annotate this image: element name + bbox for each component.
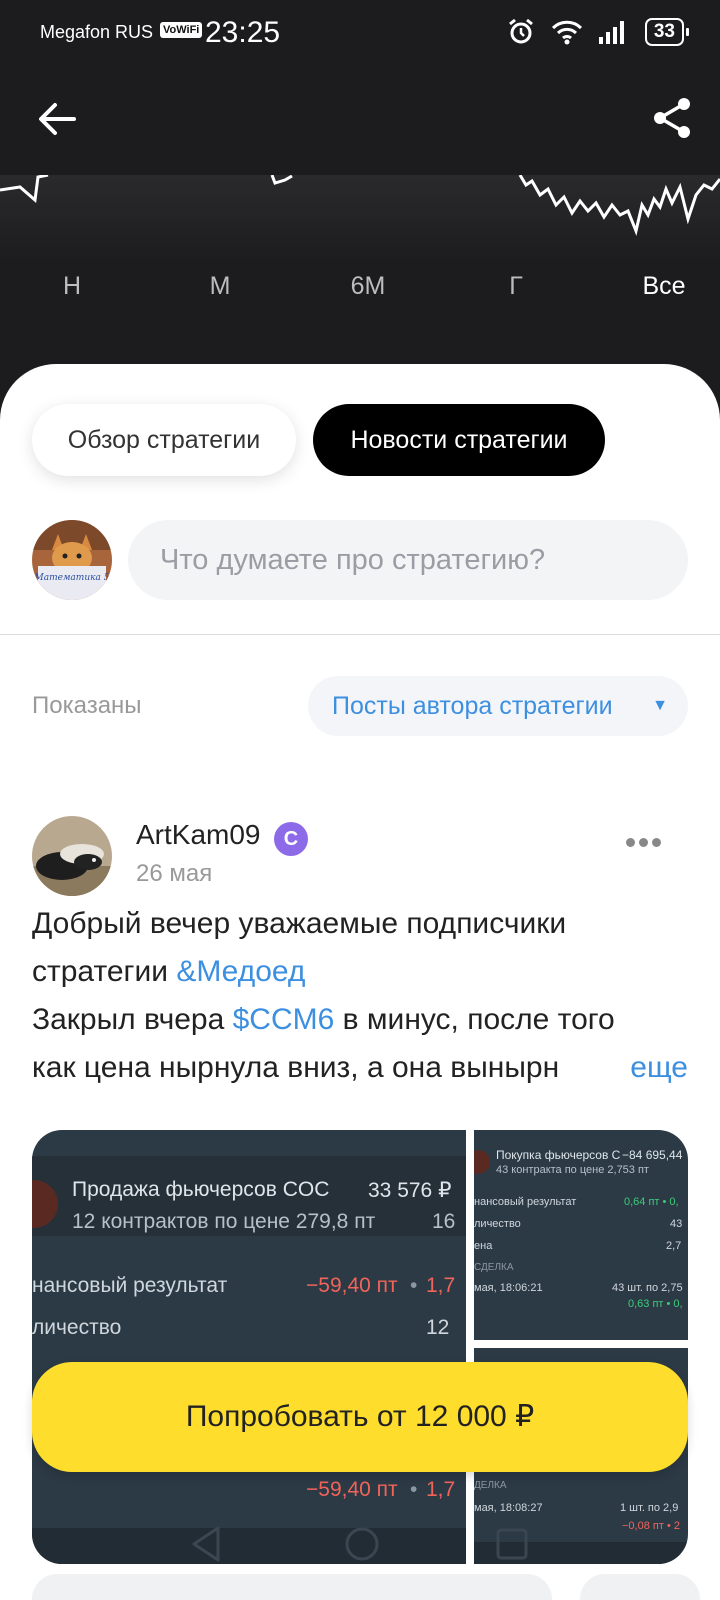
carrier-name: Megafon RUS <box>40 22 154 42</box>
post-image-2[interactable]: Покупка фьючерсов С −84 695,44 43 контра… <box>474 1130 688 1340</box>
nav-back-icon[interactable] <box>188 1524 224 1564</box>
read-more-link[interactable]: еще <box>614 1044 688 1092</box>
strategy-link[interactable]: &Медоед <box>176 955 305 988</box>
side1-deal-result: 0,63 пт • 0, <box>628 1298 683 1310</box>
divider <box>0 634 720 635</box>
posts-filter-dropdown[interactable]: Посты автора стратегии ▼ <box>308 676 688 736</box>
trade-bottom-tail: 1,7 <box>426 1478 456 1501</box>
share-icon <box>654 98 690 138</box>
trade-row-1-dot: • <box>410 1274 418 1297</box>
post-line-2-text: стратегии <box>32 955 177 988</box>
side2-section: ДЕЛКА <box>474 1480 507 1491</box>
honey-badger-avatar <box>32 816 112 896</box>
trade-amount: 33 576 ₽ <box>368 1179 452 1202</box>
nav-recents-icon[interactable] <box>494 1526 530 1562</box>
side1-section: СДЕЛКА <box>474 1262 514 1273</box>
trade-subtitle-tail: 16 <box>432 1210 456 1233</box>
comment-input[interactable]: Что думаете про стратегию? <box>128 520 688 600</box>
side1-row-1-label: нансовый результат <box>474 1196 577 1208</box>
signal-icon <box>598 21 624 44</box>
period-all[interactable]: Все <box>624 272 704 301</box>
chart-line <box>0 173 720 237</box>
post-author-avatar[interactable] <box>32 816 112 896</box>
alarm-icon <box>508 18 533 44</box>
side1-amount: −84 695,44 <box>622 1148 683 1162</box>
post-line-4: как цена нырнула вниз, а она вынырн <box>32 1051 560 1084</box>
back-button[interactable] <box>36 98 78 140</box>
period-selector: Н М 6М Г Все <box>0 262 720 312</box>
period-month[interactable]: М <box>180 272 260 301</box>
trade-subtitle: 12 контрактов по цене 279,8 пт <box>72 1210 376 1233</box>
filter-selected-value: Посты автора стратегии <box>332 692 613 720</box>
vowifi-badge: VoWiFi <box>160 22 203 38</box>
post-line-3-after: в минус, после того <box>334 1003 615 1036</box>
caret-down-icon: ▼ <box>652 697 668 714</box>
trade-row-1-tail: 1,7 <box>426 1274 456 1297</box>
side1-row-3-value: 2,7 <box>666 1240 682 1252</box>
side1-row-2-value: 43 <box>670 1218 683 1230</box>
post-image-gallery: Продажа фьючерсов COC 33 576 ₽ 12 контра… <box>32 1130 688 1564</box>
status-bar: Megafon RUS VoWiFi 23:25 33 <box>0 0 720 70</box>
period-6-months[interactable]: 6М <box>328 272 408 301</box>
trade-row-2-value: 12 <box>426 1316 450 1339</box>
side1-row-1-value: 0,64 пт • 0, <box>624 1196 679 1208</box>
broker-logo-icon <box>474 1150 490 1174</box>
trade-row-1-value: −59,40 пт <box>306 1274 398 1297</box>
try-strategy-button[interactable]: Попробовать от 12 000 ₽ <box>32 1362 688 1472</box>
status-time: 23:25 <box>205 16 281 49</box>
period-year[interactable]: Г <box>476 272 556 301</box>
avatar[interactable]: Математика 5 <box>32 520 112 600</box>
dot-icon <box>626 838 635 847</box>
post-line-3-before: Закрыл вчера <box>32 1003 233 1036</box>
wifi-icon <box>551 20 582 45</box>
post-author-name[interactable]: ArtKam09 <box>136 819 261 851</box>
trade-bottom-value: −59,40 пт <box>306 1478 398 1501</box>
side1-deal-info: 43 шт. по 2,75 <box>612 1282 683 1294</box>
battery-icon: 33 <box>644 18 690 46</box>
status-icons: 33 <box>507 18 690 46</box>
nav-home-icon[interactable] <box>342 1524 382 1564</box>
system-nav-bar <box>0 1510 720 1600</box>
share-button[interactable] <box>650 96 694 140</box>
top-bar <box>0 70 720 175</box>
side1-subtitle: 43 контракта по цене 2,753 пт <box>496 1164 649 1176</box>
filter-label: Показаны <box>32 692 142 719</box>
post-line-2: стратегии &Медоед <box>32 948 692 996</box>
side1-row-2-label: личество <box>474 1218 521 1230</box>
post-date: 26 мая <box>136 860 213 887</box>
post-image-main[interactable]: Продажа фьючерсов COC 33 576 ₽ 12 контра… <box>32 1130 466 1564</box>
arrow-left-icon <box>39 103 76 135</box>
post-line-1: Добрый вечер уважаемые подписчики <box>32 907 567 940</box>
user-avatar-cat: Математика 5 <box>32 520 112 600</box>
side1-row-3-label: ена <box>474 1240 493 1252</box>
trade-title: Продажа фьючерсов COC <box>72 1178 330 1201</box>
trade-row-1-label: нансовый результат <box>32 1274 228 1297</box>
trade-row-2-label: личество <box>32 1316 122 1339</box>
post-text: Добрый вечер уважаемые подписчики страте… <box>32 900 692 1092</box>
dot-icon <box>639 838 648 847</box>
period-week[interactable]: Н <box>32 272 112 301</box>
post-line-3: Закрыл вчера $CCM6 в минус, после того <box>32 996 692 1044</box>
more-options-button[interactable] <box>626 834 674 854</box>
avatar-caption: Математика 5 <box>34 573 110 583</box>
author-badge-icon: C <box>274 822 308 856</box>
app-screen: { "status_bar": { "carrier": "Megafon RU… <box>0 0 720 1600</box>
tab-strategy-news[interactable]: Новости стратегии <box>313 404 605 476</box>
trade-bottom-dot: • <box>410 1478 418 1501</box>
dot-icon <box>652 838 661 847</box>
side1-title: Покупка фьючерсов С <box>496 1148 621 1162</box>
side1-deal-date: мая, 18:06:21 <box>474 1282 543 1294</box>
tab-strategy-overview[interactable]: Обзор стратегии <box>32 404 296 476</box>
ticker-link[interactable]: $CCM6 <box>233 1003 335 1036</box>
strategy-chart[interactable] <box>0 173 720 265</box>
